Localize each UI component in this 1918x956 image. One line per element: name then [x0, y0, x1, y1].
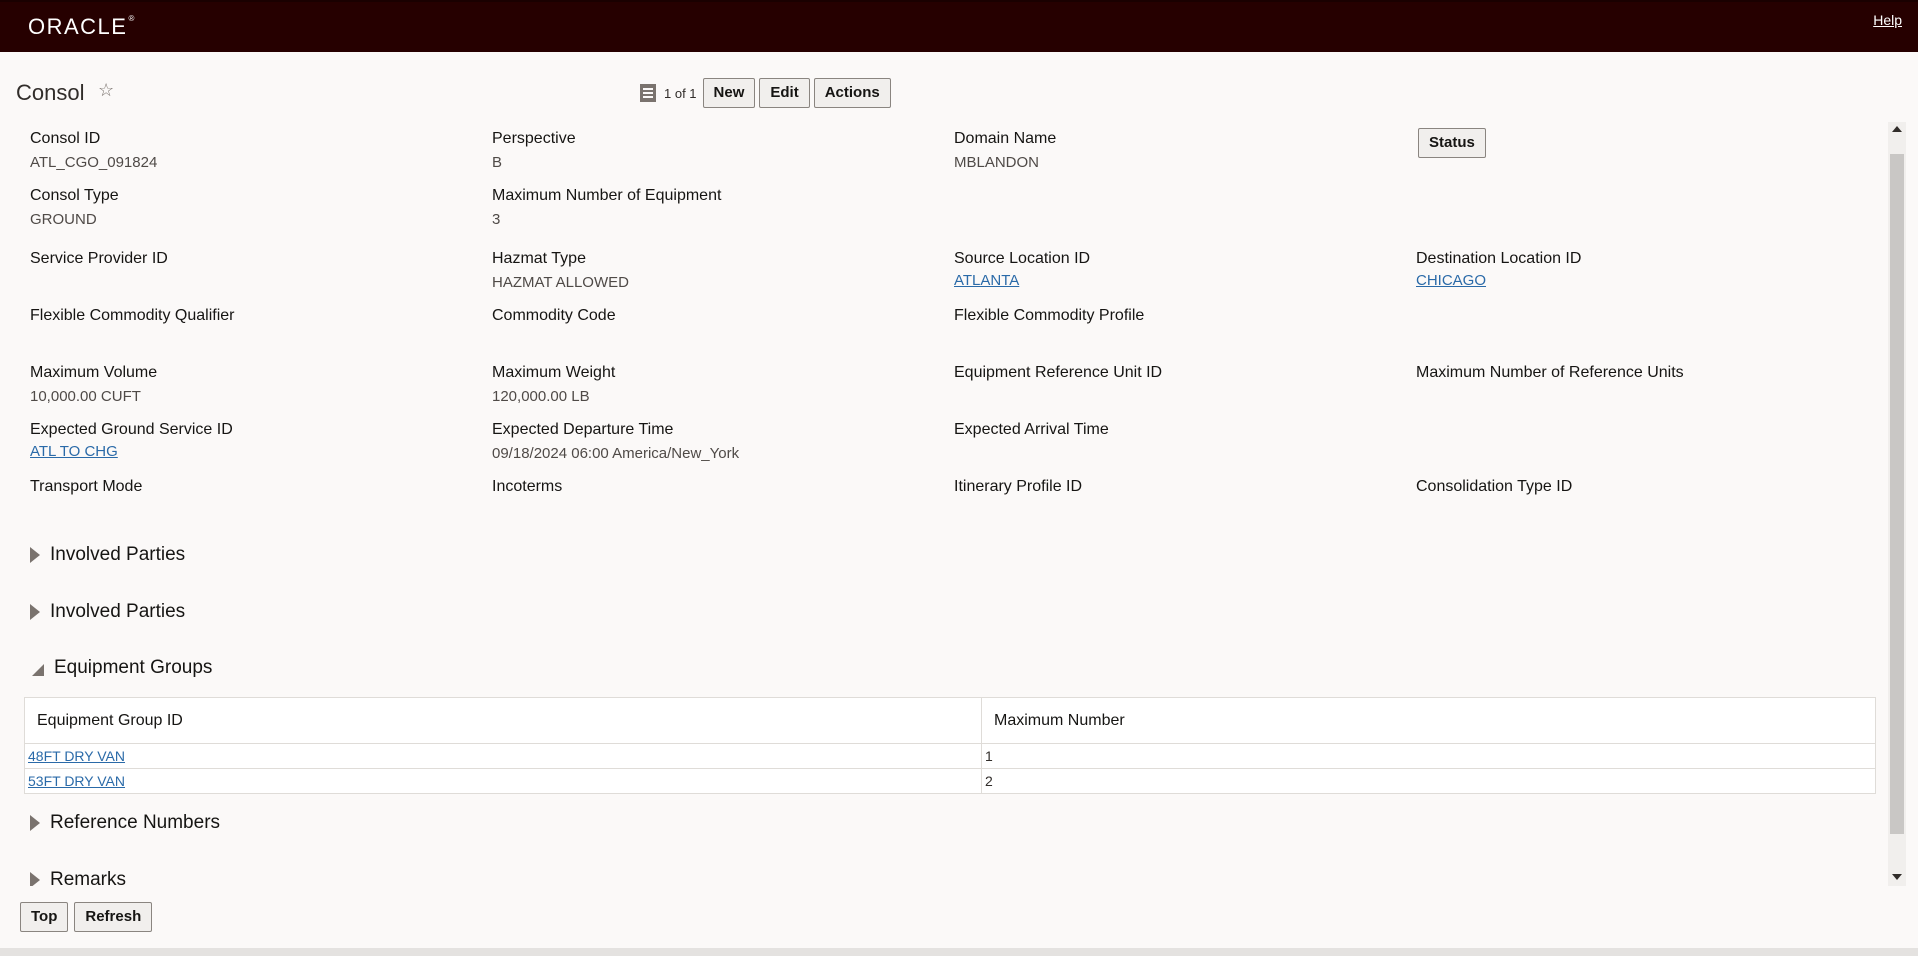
field-max-volume: Maximum Volume 10,000.00 CUFT — [30, 363, 470, 407]
expected-ground-service-link[interactable]: ATL TO CHG — [30, 442, 470, 462]
expand-triangle-icon[interactable] — [30, 872, 40, 886]
field-expected-ground-service-id: Expected Ground Service ID ATL TO CHG — [30, 420, 470, 462]
column-header-maximum-number[interactable]: Maximum Number — [981, 697, 1876, 744]
collapse-triangle-icon[interactable] — [32, 664, 44, 676]
max-volume-value: 10,000.00 CUFT — [30, 388, 141, 405]
field-max-reference-units: Maximum Number of Reference Units — [1416, 364, 1684, 381]
field-flexible-commodity-profile: Flexible Commodity Profile — [954, 307, 1145, 324]
field-max-weight: Maximum Weight 120,000.00 LB — [492, 363, 932, 407]
refresh-button[interactable]: Refresh — [74, 902, 153, 932]
field-consolidation-type-id: Consolidation Type ID — [1416, 478, 1573, 495]
equipment-group-link[interactable]: 53FT DRY VAN — [28, 773, 125, 789]
record-count: 1 of 1 — [664, 85, 697, 101]
field-domain-name: Domain Name MBLANDON — [954, 129, 1394, 173]
section-involved-parties-1[interactable]: Involved Parties — [30, 544, 185, 566]
destination-location-link[interactable]: CHICAGO — [1416, 271, 1856, 291]
scroll-down-arrow-icon[interactable] — [1892, 874, 1902, 880]
field-destination-location-id: Destination Location ID CHICAGO — [1416, 249, 1856, 291]
max-equipment-value: 3 — [492, 211, 501, 228]
field-consol-type: Consol Type GROUND — [30, 186, 470, 230]
app-header: ORACLE® Help — [0, 0, 1918, 52]
maximum-number-cell: 2 — [981, 768, 1876, 794]
field-source-location-id: Source Location ID ATLANTA — [954, 249, 1394, 291]
scroll-up-arrow-icon[interactable] — [1892, 126, 1902, 132]
field-expected-arrival-time: Expected Arrival Time — [954, 421, 1109, 438]
record-toolbar: 1 of 1 New Edit Actions — [640, 78, 891, 108]
bottom-toolbar: Top Refresh — [20, 902, 153, 932]
expand-triangle-icon[interactable] — [30, 547, 40, 563]
table-row: 53FT DRY VAN 2 — [24, 768, 1876, 794]
field-expected-departure-time: Expected Departure Time 09/18/2024 06:00… — [492, 420, 932, 464]
section-involved-parties-2[interactable]: Involved Parties — [30, 601, 185, 623]
expand-triangle-icon[interactable] — [30, 604, 40, 620]
field-max-equipment: Maximum Number of Equipment 3 — [492, 186, 932, 230]
top-button[interactable]: Top — [20, 902, 69, 932]
expand-triangle-icon[interactable] — [30, 815, 40, 831]
actions-button[interactable]: Actions — [813, 78, 891, 108]
scrollbar-thumb[interactable] — [1890, 154, 1904, 834]
field-hazmat-type: Hazmat Type HAZMAT ALLOWED — [492, 249, 932, 293]
max-weight-value: 120,000.00 LB — [492, 388, 590, 405]
field-flexible-commodity-qualifier: Flexible Commodity Qualifier — [30, 307, 235, 324]
section-equipment-groups[interactable]: Equipment Groups — [32, 657, 212, 679]
new-button[interactable]: New — [702, 78, 756, 108]
consol-type-value: GROUND — [30, 211, 97, 228]
record-list-icon[interactable] — [640, 84, 656, 102]
vertical-scrollbar[interactable] — [1888, 122, 1906, 886]
domain-name-value: MBLANDON — [954, 154, 1040, 171]
section-reference-numbers[interactable]: Reference Numbers — [30, 812, 220, 834]
expected-departure-value: 09/18/2024 06:00 America/New_York — [492, 445, 740, 462]
source-location-link[interactable]: ATLANTA — [954, 271, 1394, 291]
consol-id-value: ATL_CGO_091824 — [30, 154, 158, 171]
status-button[interactable]: Status — [1418, 128, 1486, 158]
content-scroll-area: Consol ID ATL_CGO_091824 Perspective B D… — [0, 122, 1888, 886]
field-commodity-code: Commodity Code — [492, 307, 616, 324]
footer-strip — [0, 948, 1918, 956]
field-perspective: Perspective B — [492, 129, 932, 173]
favorite-star-icon[interactable]: ☆ — [98, 80, 114, 101]
section-remarks[interactable]: Remarks — [30, 869, 126, 886]
equipment-group-link[interactable]: 48FT DRY VAN — [28, 748, 125, 764]
oracle-logo: ORACLE® — [28, 14, 136, 39]
field-incoterms: Incoterms — [492, 478, 563, 495]
table-row: 48FT DRY VAN 1 — [24, 743, 1876, 769]
field-transport-mode: Transport Mode — [30, 478, 143, 495]
equipment-groups-table: Equipment Group ID Maximum Number 48FT D… — [24, 697, 1876, 794]
field-consol-id: Consol ID ATL_CGO_091824 — [30, 129, 470, 173]
field-equipment-reference-unit-id: Equipment Reference Unit ID — [954, 364, 1163, 381]
help-link[interactable]: Help — [1873, 12, 1902, 28]
table-header-row: Equipment Group ID Maximum Number — [24, 697, 1876, 744]
field-service-provider-id: Service Provider ID — [30, 250, 168, 267]
hazmat-type-value: HAZMAT ALLOWED — [492, 274, 629, 291]
column-header-equipment-group-id[interactable]: Equipment Group ID — [24, 697, 982, 744]
edit-button[interactable]: Edit — [759, 78, 810, 108]
maximum-number-cell: 1 — [981, 743, 1876, 769]
field-itinerary-profile-id: Itinerary Profile ID — [954, 478, 1083, 495]
page-title: Consol — [16, 80, 85, 105]
perspective-value: B — [492, 154, 503, 171]
